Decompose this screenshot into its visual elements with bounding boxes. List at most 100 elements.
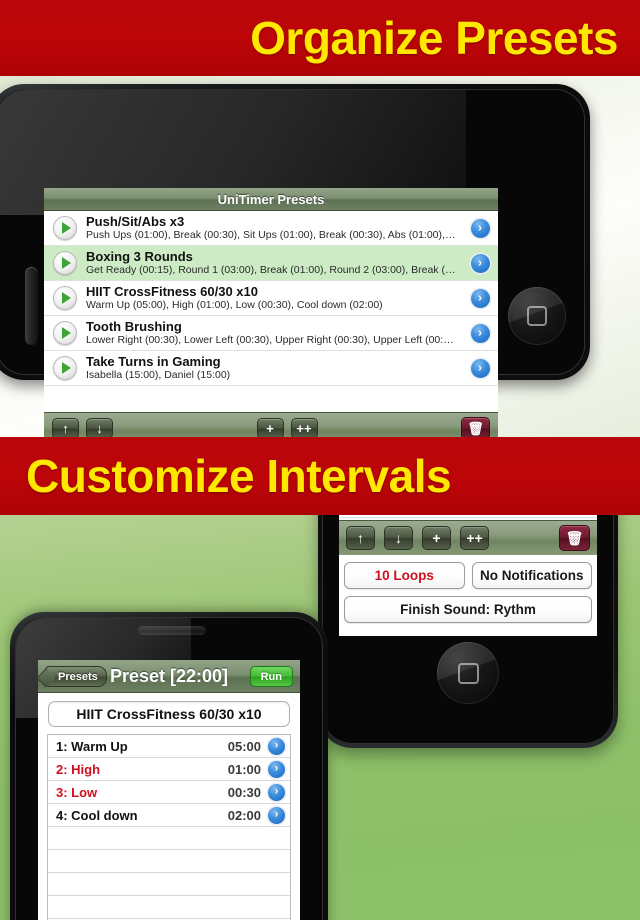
play-button[interactable] [44,251,86,275]
chevron-right-icon: › [470,358,490,378]
finish-sound-button[interactable]: Finish Sound: Rythm [344,596,592,623]
banner-organize-presets: Organize Presets [0,0,640,76]
preset-subtitle: Get Ready (00:15), Round 1 (03:00), Brea… [86,264,458,276]
home-square-icon [457,662,479,684]
preset-detail-button[interactable]: › [462,288,498,308]
interval-row-blank [48,896,290,919]
phone-device-portrait: Presets Preset [22:00] Run HIIT CrossFit… [10,612,328,920]
preset-list-item[interactable]: Push/Sit/Abs x3 Push Ups (01:00), Break … [44,211,498,246]
interval-label: 4: Cool down [56,807,138,823]
home-square-icon [527,306,547,326]
preset-title: Take Turns in Gaming [86,354,221,369]
app-store-screenshot-page: Organize Presets UniTimer Presets Push/S… [0,0,640,920]
interval-duration: 02:00 [227,807,261,823]
preset-text-block: Tooth Brushing Lower Right (00:30), Lowe… [86,319,462,347]
preset-title: Tooth Brushing [86,319,182,334]
interval-label: 3: Low [56,784,98,800]
interval-row-blank [48,827,290,850]
chevron-right-icon: › [470,288,490,308]
banner-2-text: Customize Intervals [26,450,452,502]
move-up-button[interactable]: ↑ [346,526,375,550]
preset-title: Boxing 3 Rounds [86,249,193,264]
chevron-right-icon: › [470,323,490,343]
presets-list[interactable]: Push/Sit/Abs x3 Push Ups (01:00), Break … [44,211,498,412]
play-button[interactable] [44,286,86,310]
interval-label: 2: High [56,761,101,777]
chevron-right-icon[interactable]: › [268,783,285,801]
chevron-right-icon: › [470,218,490,238]
move-down-button[interactable]: ↓ [384,526,413,550]
loops-button[interactable]: 10 Loops [344,562,465,589]
move-down-button[interactable]: ↓ [86,418,113,439]
preset-title: HIIT CrossFitness 60/30 x10 [86,284,258,299]
preset-subtitle: Isabella (15:00), Daniel (15:00) [86,369,231,381]
home-button[interactable] [508,287,566,345]
volume-button[interactable] [25,267,38,345]
preset-list-item[interactable]: Tooth Brushing Lower Right (00:30), Lowe… [44,316,498,351]
interval-row[interactable]: 4: Cool down 02:00 › [48,804,290,827]
phone-3-screen: Presets Preset [22:00] Run HIIT CrossFit… [38,660,300,920]
interval-label: 1: Warm Up [56,738,128,754]
preset-title: Push/Sit/Abs x3 [86,214,185,229]
preset-detail-button[interactable]: › [462,358,498,378]
interval-row[interactable]: 3: Low 00:30 › [48,781,290,804]
play-button[interactable] [44,356,86,380]
add-multiple-button[interactable]: ++ [290,418,318,439]
notifications-button[interactable]: No Notifications [471,562,592,589]
interval-duration: 05:00 [227,738,261,754]
phone-device-landscape: UniTimer Presets Push/Sit/Abs x3 Push Up… [0,84,590,444]
interval-list[interactable]: 1: Warm Up 05:00 › 2: High 01:00 › 3: Lo… [47,734,291,920]
preset-text-block: HIIT CrossFitness 60/30 x10 Warm Up (05:… [86,284,462,312]
delete-button[interactable]: 🗑 [559,525,590,551]
preset-subtitle: Warm Up (05:00), High (01:00), Low (00:3… [86,299,383,311]
banner-customize-intervals: Customize Intervals [0,437,640,515]
preset-name-input[interactable]: HIIT CrossFitness 60/30 x10 [48,701,290,727]
chevron-right-icon[interactable]: › [268,760,285,778]
play-icon [53,356,77,380]
preset-options-area: 10 Loops No Notifications Finish Sound: … [339,555,597,636]
interval-row-blank [48,873,290,896]
play-icon [53,286,77,310]
preset-text-block: Push/Sit/Abs x3 Push Ups (01:00), Break … [86,214,462,242]
presets-nav-bar: UniTimer Presets [44,188,498,211]
interval-toolbar: ↑ ↓ + ++ 🗑 [339,520,597,555]
chevron-right-icon[interactable]: › [268,806,285,824]
play-icon [53,251,77,275]
preset-list-item[interactable]: HIIT CrossFitness 60/30 x10 Warm Up (05:… [44,281,498,316]
home-button[interactable] [437,642,499,704]
presets-nav-title: UniTimer Presets [217,191,325,207]
preset-list-item[interactable]: Take Turns in Gaming Isabella (15:00), D… [44,351,498,386]
phone-1-screen: UniTimer Presets Push/Sit/Abs x3 Push Up… [44,188,498,444]
preset-subtitle: Push Ups (01:00), Break (00:30), Sit Ups… [86,229,458,241]
speaker-grille [138,626,206,635]
interval-row-blank [48,850,290,873]
add-multiple-button[interactable]: ++ [460,526,489,550]
preset-list-item[interactable]: Boxing 3 Rounds Get Ready (00:15), Round… [44,246,498,281]
preset-detail-button[interactable]: › [462,253,498,273]
interval-duration: 00:30 [227,784,261,800]
options-row-1: 10 Loops No Notifications [344,562,592,589]
preset-text-block: Take Turns in Gaming Isabella (15:00), D… [86,354,462,382]
preset-text-block: Boxing 3 Rounds Get Ready (00:15), Round… [86,249,462,277]
play-icon [53,216,77,240]
play-button[interactable] [44,321,86,345]
preset-detail-button[interactable]: › [462,218,498,238]
play-button[interactable] [44,216,86,240]
chevron-right-icon[interactable]: › [268,737,285,755]
move-up-button[interactable]: ↑ [52,418,79,439]
options-row-2: Finish Sound: Rythm [344,596,592,623]
play-icon [53,321,77,345]
back-to-presets-button[interactable]: Presets [45,666,107,687]
preset-nav-title: Preset [22:00] [109,665,229,686]
preset-detail-button[interactable]: › [462,323,498,343]
banner-1-text: Organize Presets [250,12,618,64]
run-button[interactable]: Run [249,666,293,687]
preset-nav-bar: Presets Preset [22:00] Run [38,660,300,693]
chevron-right-icon: › [470,253,490,273]
interval-row[interactable]: 2: High 01:00 › [48,758,290,781]
interval-duration: 01:00 [227,761,261,777]
preset-subtitle: Lower Right (00:30), Lower Left (00:30),… [86,334,458,346]
interval-row[interactable]: 1: Warm Up 05:00 › [48,735,290,758]
add-button[interactable]: + [256,418,284,439]
add-button[interactable]: + [422,526,451,550]
